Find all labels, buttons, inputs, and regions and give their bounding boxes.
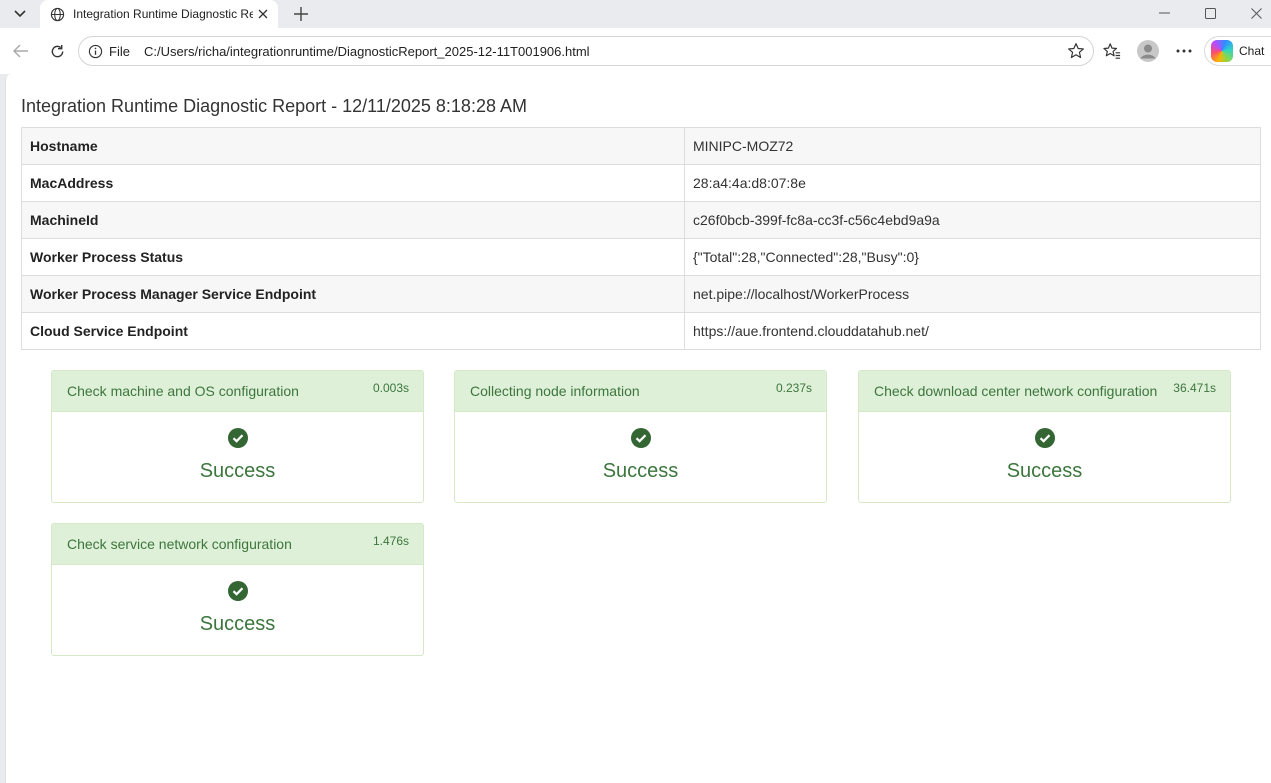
check-circle-icon <box>630 428 651 448</box>
address-scheme: File <box>109 43 130 59</box>
address-bar[interactable]: File C:/Users/richa/integrationruntime/D… <box>78 36 1094 66</box>
tab-list-icon[interactable] <box>7 3 33 25</box>
row-value: https://aue.frontend.clouddatahub.net/ <box>684 312 1261 350</box>
row-value: c26f0bcb-399f-fc8a-cc3f-c56c4ebd9a9a <box>684 201 1261 239</box>
row-key: Cloud Service Endpoint <box>21 312 685 350</box>
profile-icon[interactable] <box>1135 38 1161 64</box>
card-duration: 0.003s <box>372 381 409 395</box>
card-duration: 1.476s <box>372 534 409 548</box>
check-card-download-center: Check download center network configurat… <box>858 370 1231 503</box>
card-body: Success <box>455 412 826 502</box>
row-value: 28:a4:4a:d8:07:8e <box>684 164 1261 202</box>
refresh-icon[interactable] <box>44 38 70 64</box>
info-table: Hostname MINIPC-MOZ72 MacAddress 28:a4:4… <box>21 127 1261 350</box>
check-card-service-network: Check service network configuration 1.47… <box>51 523 424 656</box>
copilot-icon <box>1211 40 1233 62</box>
globe-icon <box>49 6 65 22</box>
back-arrow-icon[interactable] <box>8 38 34 64</box>
favorites-icon[interactable] <box>1099 38 1125 64</box>
card-header: Check machine and OS configuration 0.003… <box>52 371 423 412</box>
card-body: Success <box>52 412 423 502</box>
table-row: Hostname MINIPC-MOZ72 <box>21 127 1261 165</box>
address-url[interactable]: C:/Users/richa/integrationruntime/Diagno… <box>144 44 590 59</box>
check-circle-icon <box>227 581 248 601</box>
browser-tab[interactable]: Integration Runtime Diagnostic Re <box>40 0 278 28</box>
star-icon[interactable] <box>1067 42 1085 60</box>
page-content: Integration Runtime Diagnostic Report - … <box>5 74 1271 783</box>
card-status: Success <box>199 460 276 482</box>
card-duration: 36.471s <box>1173 381 1216 395</box>
plus-icon[interactable] <box>289 2 313 26</box>
row-value: MINIPC-MOZ72 <box>684 127 1261 165</box>
check-card-machine-os: Check machine and OS configuration 0.003… <box>51 370 424 503</box>
check-card-node-info: Collecting node information 0.237s Succe… <box>454 370 827 503</box>
card-status: Success <box>602 460 679 482</box>
card-body: Success <box>859 412 1230 502</box>
more-icon[interactable] <box>1171 38 1197 64</box>
window-close-icon[interactable] <box>1233 0 1271 26</box>
check-circle-icon <box>1034 428 1055 448</box>
title-bar: Integration Runtime Diagnostic Re <box>0 0 1271 28</box>
table-row: Worker Process Status {"Total":28,"Conne… <box>21 238 1261 276</box>
copilot-label: Chat <box>1239 44 1265 58</box>
card-title: Check service network configuration <box>67 536 292 552</box>
card-status: Success <box>1006 460 1083 482</box>
card-title: Check machine and OS configuration <box>67 383 299 399</box>
row-key: Worker Process Status <box>21 238 685 276</box>
card-header: Check download center network configurat… <box>859 371 1230 412</box>
card-status: Success <box>199 613 276 635</box>
table-row: MacAddress 28:a4:4a:d8:07:8e <box>21 164 1261 202</box>
row-value: {"Total":28,"Connected":28,"Busy":0} <box>684 238 1261 276</box>
check-circle-icon <box>227 428 248 448</box>
table-row: Worker Process Manager Service Endpoint … <box>21 275 1261 313</box>
info-icon[interactable] <box>87 43 103 59</box>
maximize-icon[interactable] <box>1187 0 1233 26</box>
copilot-chat-button[interactable]: Chat <box>1204 36 1271 66</box>
browser-toolbar: File C:/Users/richa/integrationruntime/D… <box>0 28 1271 74</box>
table-row: MachineId c26f0bcb-399f-fc8a-cc3f-c56c4e… <box>21 201 1261 239</box>
card-title: Collecting node information <box>470 383 640 399</box>
row-key: Worker Process Manager Service Endpoint <box>21 275 685 313</box>
table-row: Cloud Service Endpoint https://aue.front… <box>21 312 1261 350</box>
card-header: Check service network configuration 1.47… <box>52 524 423 565</box>
close-icon[interactable] <box>254 5 272 23</box>
card-header: Collecting node information 0.237s <box>455 371 826 412</box>
page-title: Integration Runtime Diagnostic Report - … <box>21 96 527 116</box>
row-value: net.pipe://localhost/WorkerProcess <box>684 275 1261 313</box>
row-key: MacAddress <box>21 164 685 202</box>
card-duration: 0.237s <box>775 381 812 395</box>
card-title: Check download center network configurat… <box>874 383 1158 399</box>
minimize-icon[interactable] <box>1141 0 1187 26</box>
card-body: Success <box>52 565 423 655</box>
row-key: Hostname <box>21 127 685 165</box>
tab-title: Integration Runtime Diagnostic Re <box>73 7 253 21</box>
row-key: MachineId <box>21 201 685 239</box>
